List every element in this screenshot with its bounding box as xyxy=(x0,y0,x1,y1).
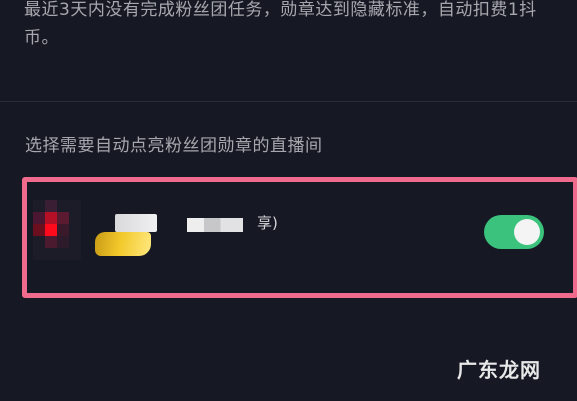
fan-badge-icon xyxy=(95,232,151,256)
auto-charge-description: 最近3天内没有完成粉丝团任务，勋章达到隐藏标准，自动扣费1抖币。 xyxy=(24,0,537,48)
watermark: 广东龙网 xyxy=(457,358,541,382)
name-blur xyxy=(187,218,243,232)
auto-light-toggle[interactable] xyxy=(484,215,544,249)
name-blur xyxy=(115,214,157,232)
divider xyxy=(0,101,577,102)
avatar[interactable] xyxy=(33,200,81,260)
toggle-knob xyxy=(514,219,540,245)
room-name-suffix: 享) xyxy=(257,214,278,232)
section-title: 选择需要自动点亮粉丝团勋章的直播间 xyxy=(25,136,323,156)
live-room-item[interactable]: 享) xyxy=(33,190,563,278)
